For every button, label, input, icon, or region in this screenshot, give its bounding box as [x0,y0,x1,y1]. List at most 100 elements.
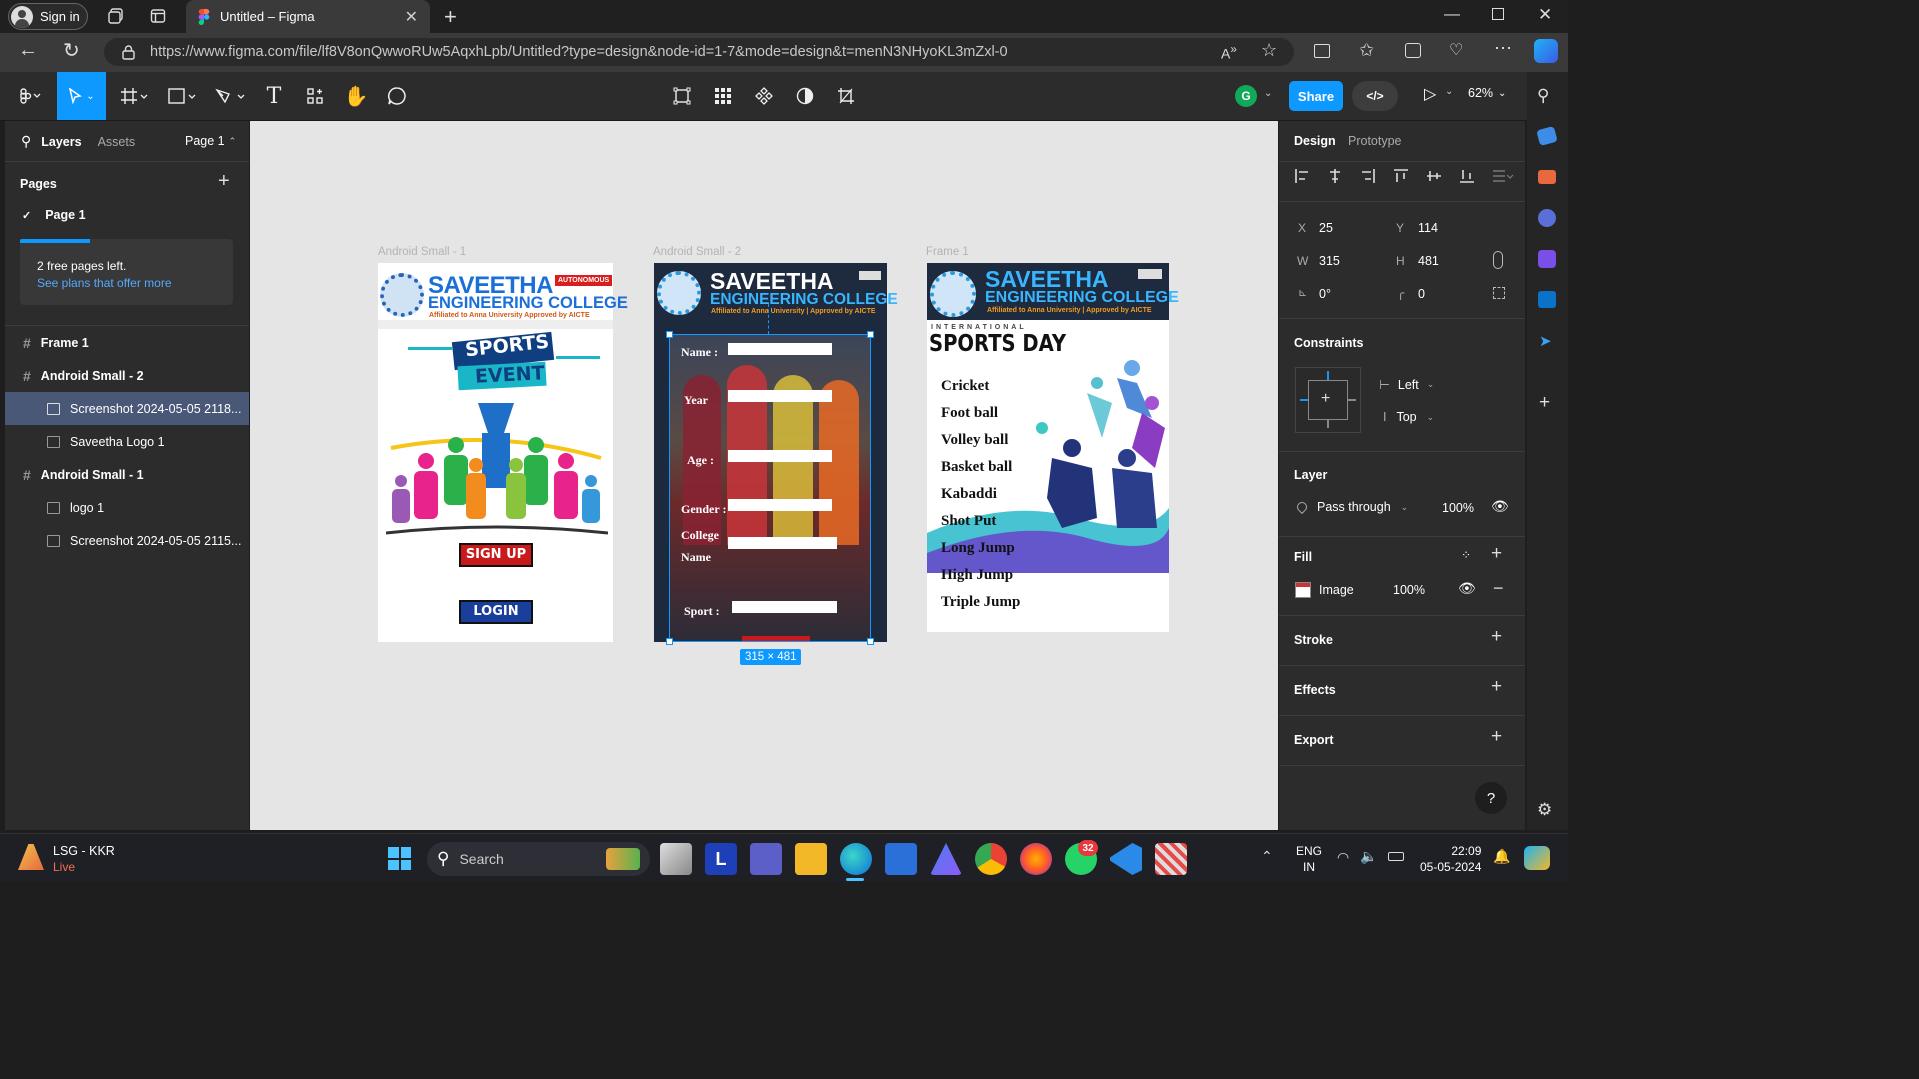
sidebar-send-icon[interactable]: ➤ [1539,332,1552,350]
frame-tool-icon[interactable] [118,80,150,112]
add-stroke-icon[interactable]: + [1491,626,1502,648]
tray-chevron-up-icon[interactable]: ⌃ [1261,848,1273,865]
layer-row-android-small-2[interactable]: # Android Small - 2 [5,359,249,392]
layer-opacity-input[interactable]: 100% [1442,501,1474,515]
new-tab-icon[interactable]: + [444,4,457,30]
x-input[interactable]: 25 [1319,221,1333,235]
snipping-tool-icon[interactable] [1155,843,1187,875]
zoom-control[interactable]: 62% ⌄ [1468,86,1506,100]
microsoft-store-icon[interactable] [885,843,917,875]
chrome-icon[interactable] [975,843,1007,875]
align-top-icon[interactable] [1393,168,1409,184]
sidebar-tag-icon[interactable] [1536,125,1558,147]
back-icon[interactable]: ← [18,39,38,62]
auto-layout-icon[interactable] [666,80,698,112]
vertical-constraint-select[interactable]: I Top ⌄ [1383,410,1434,424]
firefox-icon[interactable] [1020,843,1052,875]
image-fill-swatch[interactable] [1295,582,1311,598]
align-right-icon[interactable] [1360,168,1376,184]
battery-icon[interactable] [1388,852,1404,861]
present-play-icon[interactable]: ▷ [1424,84,1436,104]
plans-link[interactable]: See plans that offer more [37,275,233,292]
hand-tool-icon[interactable]: ✋ [340,80,372,112]
tab-figma[interactable]: Untitled – Figma ✕ [186,0,430,33]
main-menu-icon[interactable] [14,80,46,112]
layer-row-logo-1[interactable]: logo 1 [5,491,249,524]
corner-radius-input[interactable]: 0 [1418,287,1425,301]
sidebar-outlook-icon[interactable] [1538,291,1556,308]
start-windows-icon[interactable] [388,847,411,870]
fill-opacity-input[interactable]: 100% [1393,583,1425,597]
volume-icon[interactable]: 🔈 [1360,848,1377,865]
add-export-icon[interactable]: + [1491,726,1502,748]
layer-row-screenshot-2118[interactable]: Screenshot 2024-05-05 2118... [5,392,249,425]
edge-browser-icon[interactable] [840,843,872,875]
restore-icon[interactable] [1492,8,1504,20]
sidebar-settings-icon[interactable]: ⚙ [1537,800,1552,820]
tab-prototype[interactable]: Prototype [1348,134,1402,148]
share-button[interactable]: Share [1289,81,1343,111]
search-icon[interactable]: ⚲ [21,133,31,150]
workspaces-icon[interactable] [100,0,132,32]
sidebar-add-icon[interactable]: + [1539,392,1550,414]
read-aloud-icon[interactable]: A» [1221,43,1237,62]
move-tool-button[interactable]: ⌄ [57,72,106,120]
present-chevron-icon[interactable]: ⌄ [1445,86,1453,97]
shape-tool-icon[interactable] [166,80,198,112]
split-screen-icon[interactable] [1314,44,1330,58]
align-bottom-icon[interactable] [1459,168,1475,184]
layer-row-frame-1[interactable]: # Frame 1 [5,326,249,359]
resize-handle[interactable] [666,638,673,645]
comment-tool-icon[interactable] [381,80,413,112]
weather-title[interactable]: LSG - KKR [53,844,115,858]
layer-row-saveetha-logo[interactable]: Saveetha Logo 1 [5,425,249,458]
align-left-icon[interactable] [1294,168,1310,184]
fill-type-label[interactable]: Image [1319,583,1354,597]
add-fill-icon[interactable]: + [1491,543,1502,565]
teams-icon[interactable] [750,843,782,875]
dev-mode-toggle[interactable]: </> [1352,81,1398,111]
copilot-icon[interactable] [1534,39,1558,63]
frame-label-android-small-2[interactable]: Android Small - 2 [653,246,741,258]
app-l-icon[interactable]: L [705,843,737,875]
mask-icon[interactable] [789,80,821,112]
favorites-icon[interactable]: ✩ [1359,40,1374,61]
h-input[interactable]: 481 [1418,254,1439,268]
page-selector[interactable]: Page 1 ⌃ [185,134,236,148]
design-canvas[interactable]: Android Small - 1 Android Small - 2 Fram… [250,121,1278,830]
frame-frame-1[interactable]: SAVEETHA ENGINEERING COLLEGE Affiliated … [927,263,1179,632]
distribute-icon[interactable] [1492,168,1514,184]
chevron-down-icon[interactable]: ⌄ [1264,88,1272,99]
collections-icon[interactable] [1405,43,1421,58]
pen-tool-icon[interactable] [214,80,246,112]
resize-handle[interactable] [867,638,874,645]
fill-visibility-eye-icon[interactable]: 👁 [1458,580,1476,597]
resize-handle[interactable] [666,331,673,338]
layer-row-android-small-1[interactable]: # Android Small - 1 [5,458,249,491]
add-page-icon[interactable]: + [218,170,230,193]
text-tool-icon[interactable]: T [258,80,290,112]
performance-heart-icon[interactable]: ♡ [1449,40,1463,60]
resources-icon[interactable] [299,80,331,112]
selection-box[interactable] [666,331,874,645]
horizontal-constraint-select[interactable]: ⊢ Left ⌄ [1379,377,1434,393]
sidebar-people-icon[interactable] [1538,209,1556,227]
page-item-page-1[interactable]: ✓ Page 1 [22,208,86,222]
vscode-icon[interactable] [1110,843,1142,875]
sidebar-copilot-icon[interactable] [1538,250,1556,268]
user-avatar[interactable]: G [1235,85,1257,107]
favorite-star-icon[interactable]: ☆ [1261,40,1277,61]
copilot-taskbar-icon[interactable] [1524,846,1550,870]
arc-app-icon[interactable] [930,843,962,875]
frame-label-frame-1[interactable]: Frame 1 [926,246,969,258]
grid-icon[interactable] [707,80,739,112]
add-effect-icon[interactable]: + [1491,676,1502,698]
refresh-icon[interactable]: ↻ [63,38,80,63]
sidebar-search-icon[interactable]: ⚲ [1537,86,1549,106]
component-icon[interactable] [748,80,780,112]
independent-corners-icon[interactable] [1493,287,1505,299]
layer-row-screenshot-2115[interactable]: Screenshot 2024-05-05 2115... [5,524,249,557]
minimize-icon[interactable]: — [1444,6,1460,24]
more-menu-icon[interactable]: ⋯ [1494,38,1512,59]
remove-fill-icon[interactable]: − [1493,578,1504,599]
